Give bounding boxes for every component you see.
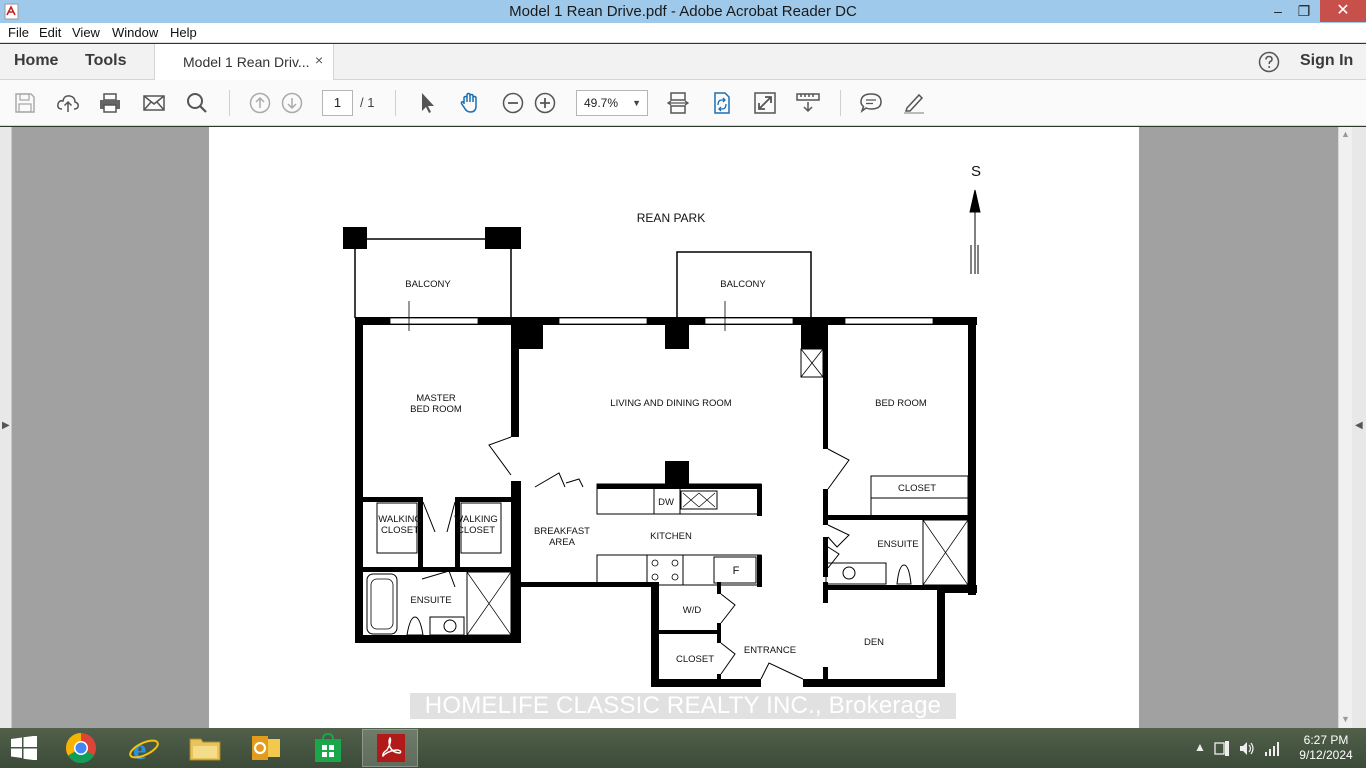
room-closet-right: CLOSET (898, 483, 936, 494)
room-walking-closet-1-line1: WALKING (378, 514, 421, 525)
expand-right-pane-icon[interactable]: ◀ (1355, 420, 1363, 431)
taskbar-internet-explorer[interactable]: e (116, 729, 172, 767)
scroll-down-icon[interactable]: ▼ (1341, 714, 1350, 724)
room-kitchen: KITCHEN (650, 531, 692, 542)
room-ensuite-left: ENSUITE (410, 595, 451, 606)
show-hidden-icons-icon[interactable]: ▲ (1194, 740, 1206, 754)
menu-file[interactable]: File (8, 25, 29, 40)
room-walking-closet-1-line2: CLOSET (381, 525, 419, 536)
full-screen-icon[interactable] (753, 91, 777, 115)
select-cursor-icon[interactable] (415, 91, 439, 115)
document-tab-label: Model 1 Rean Driv... (183, 54, 310, 70)
tab-bar: Home Tools Model 1 Rean Driv... × Sign I… (0, 44, 1366, 81)
close-tab-icon[interactable]: × (315, 52, 323, 68)
room-washer-dryer: W/D (683, 605, 702, 616)
read-mode-icon[interactable] (796, 91, 820, 115)
room-balcony-right: BALCONY (720, 279, 766, 290)
sign-in-button[interactable]: Sign In (1300, 52, 1353, 70)
street-label: REAN PARK (637, 211, 705, 225)
windows-start-icon[interactable] (10, 736, 38, 760)
zoom-out-icon[interactable] (501, 91, 525, 115)
tab-home[interactable]: Home (14, 52, 58, 70)
acrobat-icon (377, 734, 405, 762)
menu-view[interactable]: View (72, 25, 100, 40)
internet-explorer-icon: e (129, 733, 159, 764)
room-master-line2: BED ROOM (410, 404, 462, 415)
maximize-button[interactable]: ❐ (1290, 0, 1318, 22)
save-icon[interactable] (13, 91, 37, 115)
title-bar: Model 1 Rean Drive.pdf - Adobe Acrobat R… (0, 0, 1366, 23)
action-center-icon[interactable] (1214, 741, 1230, 756)
toolbar: 1 / 1 49.7% ▼ (0, 80, 1366, 126)
pdf-page: S REAN PARK BALCONY BALCONY MASTER BED R… (209, 127, 1139, 728)
clock-time: 6:27 PM (1303, 733, 1349, 747)
taskbar-acrobat[interactable] (362, 729, 418, 767)
room-walking-closet-2-line1: WALKING (454, 514, 497, 525)
minimize-button[interactable]: – (1264, 0, 1292, 22)
volume-icon[interactable] (1239, 741, 1255, 756)
outlook-icon (252, 736, 280, 760)
close-window-button[interactable]: ✕ (1320, 0, 1366, 22)
room-breakfast-line2: AREA (549, 537, 576, 548)
search-icon[interactable] (185, 91, 209, 115)
menu-bar: File Edit View Window Help (0, 23, 1366, 43)
room-breakfast-line1: BREAKFAST (534, 526, 590, 537)
taskbar-file-explorer[interactable] (177, 729, 233, 767)
appliance-dishwasher: DW (658, 497, 674, 508)
cloud-upload-icon[interactable] (56, 91, 80, 115)
email-icon[interactable] (142, 91, 166, 115)
left-pane-collapsed[interactable]: ▶ (0, 127, 12, 728)
tab-document[interactable]: Model 1 Rean Driv... × (154, 44, 334, 81)
window-title: Model 1 Rean Drive.pdf - Adobe Acrobat R… (509, 3, 857, 20)
room-living-dining: LIVING AND DINING ROOM (610, 398, 731, 409)
fit-page-icon[interactable] (666, 91, 690, 115)
clock-date: 9/12/2024 (1299, 748, 1353, 762)
room-closet-bottom: CLOSET (676, 654, 714, 665)
brokerage-watermark: HOMELIFE CLASSIC REALTY INC., Brokerage (410, 693, 956, 719)
previous-page-icon[interactable] (248, 91, 272, 115)
room-master-line1: MASTER (416, 393, 456, 404)
menu-help[interactable]: Help (170, 25, 197, 40)
room-walking-closet-2-line2: CLOSET (457, 525, 495, 536)
taskbar-store[interactable] (300, 729, 356, 767)
room-balcony-left: BALCONY (405, 279, 451, 290)
taskbar-chrome[interactable] (53, 729, 109, 767)
zoom-in-icon[interactable] (533, 91, 557, 115)
menu-window[interactable]: Window (112, 25, 158, 40)
taskbar: e ▲ 6:27 PM 9/12/2024 (0, 728, 1366, 768)
help-icon[interactable] (1258, 51, 1280, 73)
room-den: DEN (864, 637, 884, 648)
scroll-up-icon[interactable]: ▲ (1341, 129, 1350, 139)
taskbar-outlook[interactable] (238, 729, 294, 767)
zoom-level-select[interactable]: 49.7% ▼ (576, 90, 648, 116)
hand-tool-icon[interactable] (458, 91, 482, 115)
page-total: / 1 (360, 95, 375, 110)
highlight-pen-icon[interactable] (902, 91, 926, 115)
zoom-level-value: 49.7% (584, 96, 619, 110)
right-pane: ▲ ▼ ◀ (1338, 127, 1366, 728)
compass-label: S (971, 163, 981, 180)
comment-icon[interactable] (859, 91, 883, 115)
next-page-icon[interactable] (280, 91, 304, 115)
tab-tools[interactable]: Tools (85, 52, 126, 70)
print-icon[interactable] (98, 91, 122, 115)
rotate-view-icon[interactable] (710, 91, 734, 115)
room-ensuite-right: ENSUITE (877, 539, 918, 550)
expand-left-pane-icon[interactable]: ▶ (2, 420, 10, 431)
appliance-fridge: F (733, 565, 740, 577)
chevron-down-icon: ▼ (632, 98, 641, 108)
store-icon (315, 733, 341, 762)
network-signal-icon[interactable] (1264, 741, 1280, 756)
vertical-scrollbar[interactable]: ▲ ▼ (1338, 127, 1352, 728)
chrome-icon (65, 733, 96, 764)
menu-edit[interactable]: Edit (39, 25, 61, 40)
room-entrance: ENTRANCE (744, 645, 796, 656)
floor-plan-drawing: S REAN PARK BALCONY BALCONY MASTER BED R… (343, 163, 981, 687)
folder-icon (189, 738, 221, 761)
room-bedroom: BED ROOM (875, 398, 927, 409)
document-workspace: ▶ S REAN PARK BALCONY BALCONY MASTER BED… (0, 127, 1366, 728)
page-number-input[interactable]: 1 (322, 90, 353, 116)
system-clock[interactable]: 6:27 PM 9/12/2024 (1296, 733, 1356, 763)
